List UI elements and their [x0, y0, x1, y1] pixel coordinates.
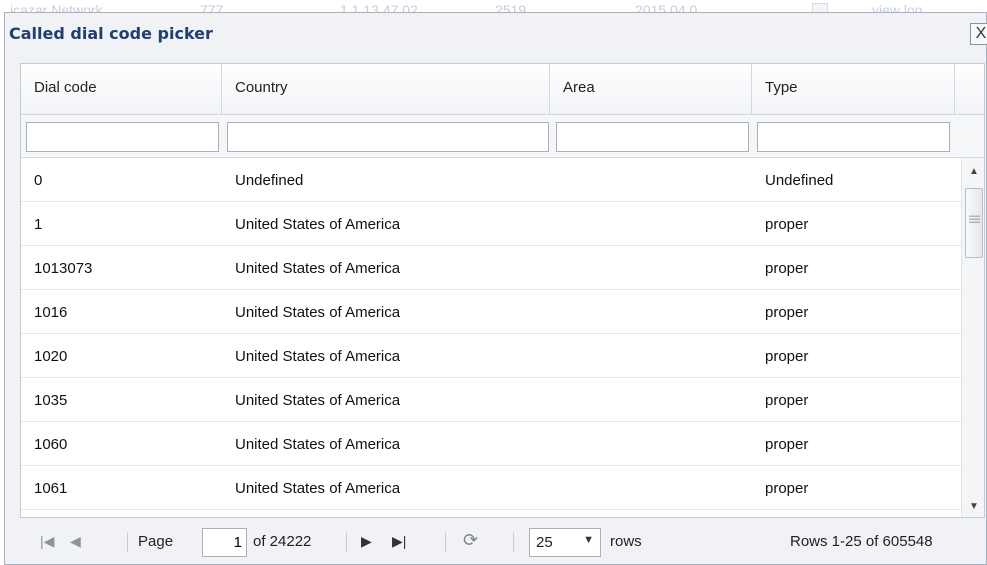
filter-row: [21, 115, 984, 158]
table-row[interactable]: 1061 United States of America proper: [21, 466, 961, 510]
separator: [445, 532, 446, 552]
dial-code-cell: 1020: [34, 348, 68, 365]
dial-code-cell: 1060: [34, 436, 68, 453]
close-button[interactable]: X: [970, 23, 987, 45]
scrollbar-thumb[interactable]: — — —: [965, 188, 983, 258]
type-cell: proper: [765, 436, 809, 453]
table-row[interactable]: 1013073 United States of America proper: [21, 246, 961, 290]
dial-code-grid: Dial code Country Area Type 0 Undefined …: [20, 63, 985, 518]
dialog-title: Called dial code picker: [9, 24, 213, 43]
type-cell: Undefined: [765, 172, 834, 189]
table-row[interactable]: 1 United States of America proper: [21, 202, 961, 246]
rows-per-page-select[interactable]: 25 ▼: [529, 528, 601, 557]
rows-per-page-value: 25: [536, 534, 553, 551]
dial-code-picker-dialog: Called dial code picker X Dial code Coun…: [4, 12, 987, 565]
first-page-icon[interactable]: |◀: [40, 533, 54, 550]
column-header-label: Dial code: [34, 79, 97, 96]
rows-label: rows: [610, 533, 642, 550]
pager-toolbar: |◀ ◀ Page of 24222 ▶ ▶| ⟳ 25 ▼ rows Rows…: [20, 521, 985, 564]
column-header-dial-code[interactable]: Dial code: [21, 64, 222, 114]
close-icon: X: [975, 25, 987, 42]
dialog-titlebar[interactable]: Called dial code picker X: [5, 13, 987, 53]
scroll-down-icon[interactable]: ▼: [962, 497, 984, 517]
country-cell: United States of America: [235, 216, 401, 233]
table-row[interactable]: 1020 United States of America proper: [21, 334, 961, 378]
area-filter-input[interactable]: [556, 122, 749, 152]
column-header-label: Type: [765, 79, 798, 96]
next-page-icon[interactable]: ▶: [361, 533, 372, 550]
grid-header: Dial code Country Area Type: [21, 64, 984, 115]
column-header-country[interactable]: Country: [222, 64, 550, 114]
type-cell: proper: [765, 260, 809, 277]
type-cell: proper: [765, 304, 809, 321]
type-cell: proper: [765, 392, 809, 409]
page-label: Page: [138, 533, 174, 550]
type-filter-input[interactable]: [757, 122, 950, 152]
refresh-icon[interactable]: ⟳: [463, 530, 478, 551]
grip-icon: — — —: [969, 210, 980, 228]
country-cell: United States of America: [235, 348, 401, 365]
country-cell: United States of America: [235, 260, 401, 277]
dial-code-cell: 0: [34, 172, 43, 189]
separator: [346, 532, 347, 552]
table-row[interactable]: 0 Undefined Undefined: [21, 158, 961, 202]
chevron-down-icon: ▼: [583, 534, 594, 546]
column-header-type[interactable]: Type: [752, 64, 955, 114]
rows-summary: Rows 1-25 of 605548: [790, 533, 933, 550]
table-row[interactable]: 1016 United States of America proper: [21, 290, 961, 334]
dial-code-cell: 1013073: [34, 260, 93, 277]
page-number-input[interactable]: [202, 528, 247, 557]
table-row[interactable]: 1060 United States of America proper: [21, 422, 961, 466]
dial-code-cell: 1061: [34, 480, 68, 497]
prev-page-icon[interactable]: ◀: [70, 533, 81, 550]
column-header-area[interactable]: Area: [550, 64, 752, 114]
type-cell: proper: [765, 216, 809, 233]
last-page-icon[interactable]: ▶|: [392, 533, 406, 550]
country-cell: United States of America: [235, 436, 401, 453]
separator: [513, 532, 514, 552]
country-cell: United States of America: [235, 392, 401, 409]
separator: [127, 532, 128, 552]
dial-code-cell: 1: [34, 216, 43, 233]
type-cell: proper: [765, 480, 809, 497]
column-header-label: Area: [563, 79, 595, 96]
grid-body: 0 Undefined Undefined 1 United States of…: [21, 158, 961, 517]
country-cell: Undefined: [235, 172, 304, 189]
country-cell: United States of America: [235, 304, 401, 321]
dial-code-cell: 1016: [34, 304, 68, 321]
country-filter-input[interactable]: [227, 122, 549, 152]
page-count-label: of 24222: [253, 533, 312, 550]
dial-code-cell: 1035: [34, 392, 68, 409]
scroll-up-icon[interactable]: ▲: [962, 162, 984, 182]
vertical-scrollbar[interactable]: ▲ — — — ▼: [961, 158, 984, 517]
dial-code-filter-input[interactable]: [26, 122, 219, 152]
table-row[interactable]: 1035 United States of America proper: [21, 378, 961, 422]
column-header-label: Country: [235, 79, 288, 96]
country-cell: United States of America: [235, 480, 401, 497]
type-cell: proper: [765, 348, 809, 365]
